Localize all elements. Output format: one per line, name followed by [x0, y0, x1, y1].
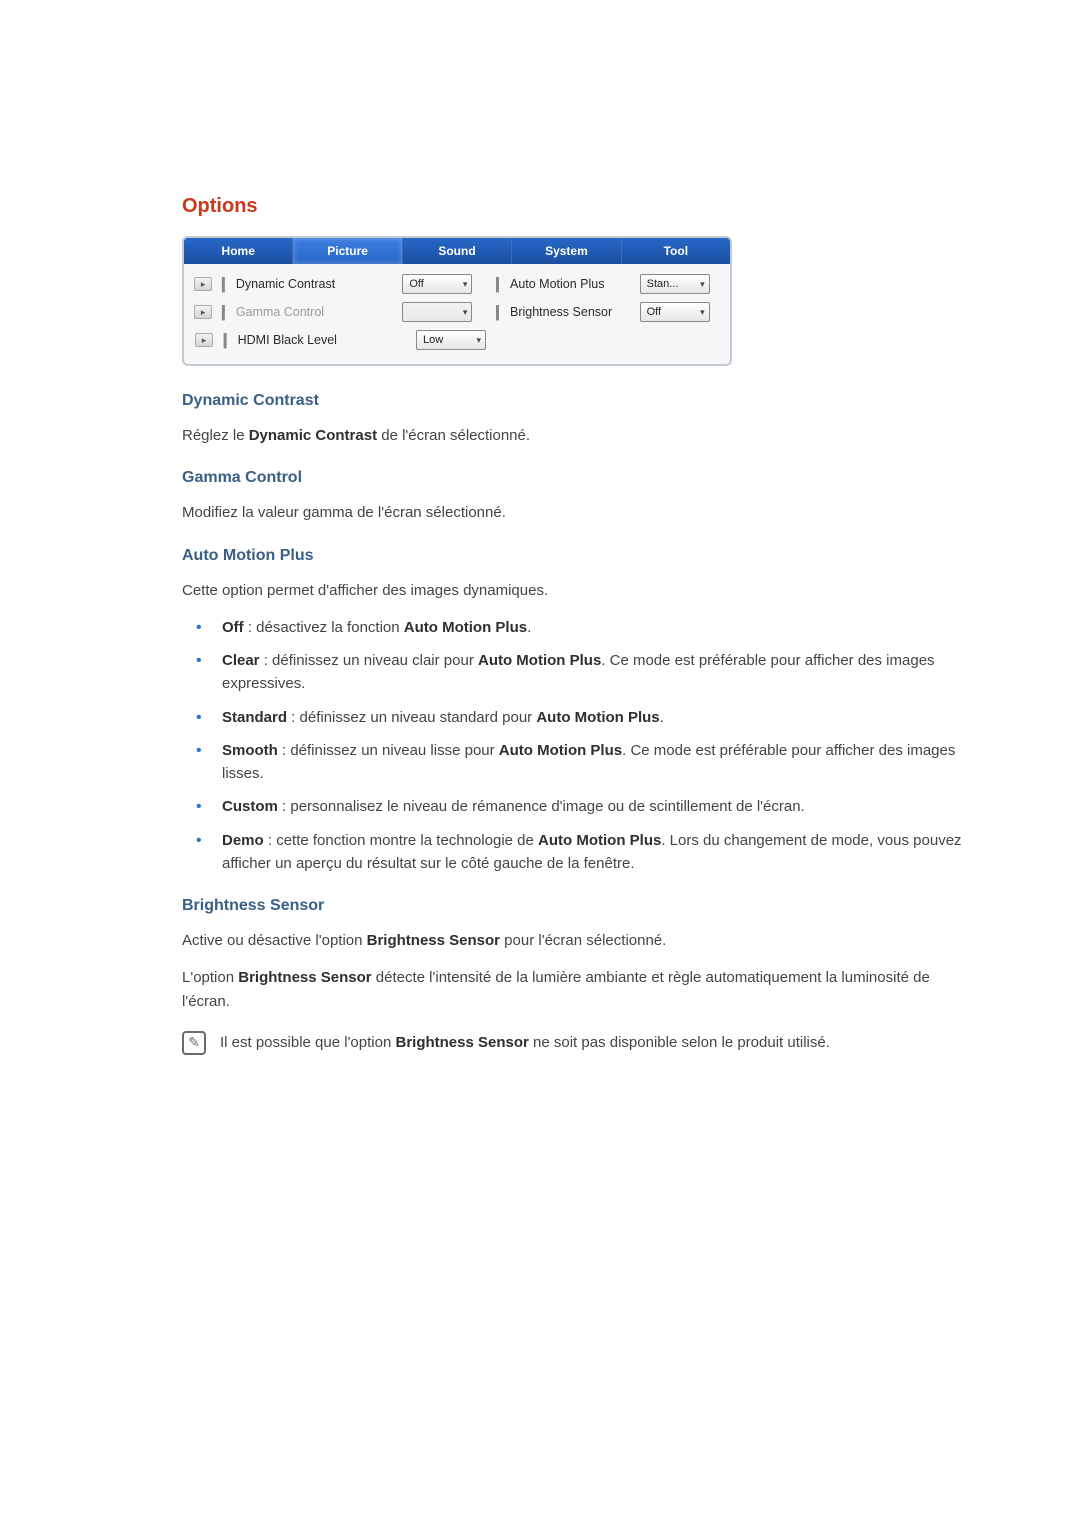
text-bold: Brightness Sensor	[238, 969, 371, 986]
heading-dynamic-contrast: Dynamic Contrast	[182, 392, 980, 410]
option-text: Auto Motion Plus	[510, 277, 605, 291]
tab-sound[interactable]: Sound	[403, 238, 512, 264]
body-text: Modifiez la valeur gamma de l'écran séle…	[182, 501, 980, 524]
text-fragment: .	[660, 709, 664, 726]
chevron-down-icon: ▾	[463, 279, 468, 290]
hdmi-black-level-select[interactable]: Low ▾	[416, 330, 486, 350]
text-fragment: : définissez un niveau lisse pour	[278, 742, 499, 759]
heading-brightness-sensor: Brightness Sensor	[182, 897, 980, 915]
body-text: L'option Brightness Sensor détecte l'int…	[182, 966, 980, 1013]
note-icon: ✎	[182, 1031, 206, 1055]
text-fragment: ne soit pas disponible selon le produit …	[529, 1034, 830, 1051]
option-label: ▎ Auto Motion Plus	[496, 277, 639, 292]
text-fragment: Active ou désactive l'option	[182, 932, 367, 949]
tab-picture[interactable]: Picture	[293, 238, 402, 264]
text-fragment: de l'écran sélectionné.	[377, 427, 530, 444]
text-fragment: : définissez un niveau clair pour	[260, 652, 478, 669]
text-fragment: : cette fonction montre la technologie d…	[264, 832, 538, 849]
settings-row: ▸ ▎ HDMI Black Level Low ▾	[184, 326, 722, 354]
text-bold: Standard	[222, 709, 287, 726]
list-item: Clear : définissez un niveau clair pour …	[196, 649, 980, 696]
list-item: Smooth : définissez un niveau lisse pour…	[196, 739, 980, 786]
body-text: Active ou désactive l'option Brightness …	[182, 929, 980, 952]
brightness-sensor-select[interactable]: Off ▾	[640, 302, 710, 322]
tab-bar: Home Picture Sound System Tool	[184, 238, 730, 264]
text-bold: Custom	[222, 798, 278, 815]
text-fragment: pour l'écran sélectionné.	[500, 932, 666, 949]
select-value: Low	[423, 334, 443, 346]
tab-home[interactable]: Home	[184, 238, 293, 264]
page-title: Options	[182, 195, 980, 218]
gamma-control-select: ▾	[402, 302, 472, 322]
note-text: Il est possible que l'option Brightness …	[220, 1031, 830, 1054]
text-fragment: : désactivez la fonction	[244, 619, 404, 636]
text-fragment: Il est possible que l'option	[220, 1034, 395, 1051]
expand-icon[interactable]: ▸	[195, 333, 213, 347]
heading-auto-motion-plus: Auto Motion Plus	[182, 547, 980, 565]
settings-panel: Home Picture Sound System Tool ▸ ▎ Dynami…	[182, 236, 732, 366]
list-item: Standard : définissez un niveau standard…	[196, 706, 980, 729]
expand-icon[interactable]: ▸	[194, 305, 212, 319]
list-item: Demo : cette fonction montre la technolo…	[196, 829, 980, 876]
text-fragment: .	[527, 619, 531, 636]
text-bold: Auto Motion Plus	[478, 652, 601, 669]
text-bold: Auto Motion Plus	[536, 709, 659, 726]
note-row: ✎ Il est possible que l'option Brightnes…	[182, 1031, 980, 1055]
settings-row: ▸ ▎ Gamma Control ▾ ▎ Brightness Sensor Of…	[184, 298, 722, 326]
option-list: Off : désactivez la fonction Auto Motion…	[196, 616, 980, 875]
option-label-disabled: ▎ Gamma Control	[222, 305, 384, 320]
list-item: Off : désactivez la fonction Auto Motion…	[196, 616, 980, 639]
expand-icon[interactable]: ▸	[194, 277, 212, 291]
option-text: Brightness Sensor	[510, 305, 612, 319]
dynamic-contrast-select[interactable]: Off ▾	[402, 274, 472, 294]
option-text: Dynamic Contrast	[236, 277, 335, 291]
text-bold: Auto Motion Plus	[404, 619, 527, 636]
text-bold: Auto Motion Plus	[538, 832, 661, 849]
text-bold: Demo	[222, 832, 264, 849]
text-bold: Brightness Sensor	[395, 1034, 528, 1051]
option-label: ▎ Brightness Sensor	[496, 305, 639, 320]
list-item: Custom : personnalisez le niveau de réma…	[196, 795, 980, 818]
chevron-down-icon: ▾	[476, 335, 481, 346]
select-value: Off	[409, 278, 423, 290]
settings-rows: ▸ ▎ Dynamic Contrast Off ▾ ▎ Auto Motion Pl…	[184, 264, 730, 364]
chevron-down-icon: ▾	[463, 307, 468, 318]
text-fragment: Réglez le	[182, 427, 249, 444]
body-text: Cette option permet d'afficher des image…	[182, 579, 980, 602]
divider-icon: ▎	[224, 333, 234, 348]
settings-row: ▸ ▎ Dynamic Contrast Off ▾ ▎ Auto Motion Pl…	[184, 270, 722, 298]
heading-gamma-control: Gamma Control	[182, 469, 980, 487]
text-fragment: : personnalisez le niveau de rémanence d…	[278, 798, 805, 815]
text-fragment: L'option	[182, 969, 238, 986]
text-bold: Smooth	[222, 742, 278, 759]
tab-tool[interactable]: Tool	[622, 238, 730, 264]
divider-icon: ▎	[222, 277, 232, 292]
text-bold: Brightness Sensor	[367, 932, 500, 949]
chevron-down-icon: ▾	[700, 279, 705, 290]
chevron-down-icon: ▾	[700, 307, 705, 318]
auto-motion-plus-select[interactable]: Stan... ▾	[640, 274, 710, 294]
select-value: Stan...	[647, 278, 679, 290]
select-value: Off	[647, 306, 661, 318]
text-bold: Auto Motion Plus	[499, 742, 622, 759]
text-fragment: : définissez un niveau standard pour	[287, 709, 536, 726]
divider-icon: ▎	[496, 305, 506, 320]
divider-icon: ▎	[222, 305, 232, 320]
option-label: ▎ HDMI Black Level	[224, 333, 394, 348]
text-bold: Off	[222, 619, 244, 636]
text-bold: Dynamic Contrast	[249, 427, 377, 444]
body-text: Réglez le Dynamic Contrast de l'écran sé…	[182, 424, 980, 447]
option-label: ▎ Dynamic Contrast	[222, 277, 384, 292]
tab-system[interactable]: System	[512, 238, 621, 264]
option-text: Gamma Control	[236, 305, 324, 319]
divider-icon: ▎	[496, 277, 506, 292]
option-text: HDMI Black Level	[238, 333, 337, 347]
text-bold: Clear	[222, 652, 260, 669]
